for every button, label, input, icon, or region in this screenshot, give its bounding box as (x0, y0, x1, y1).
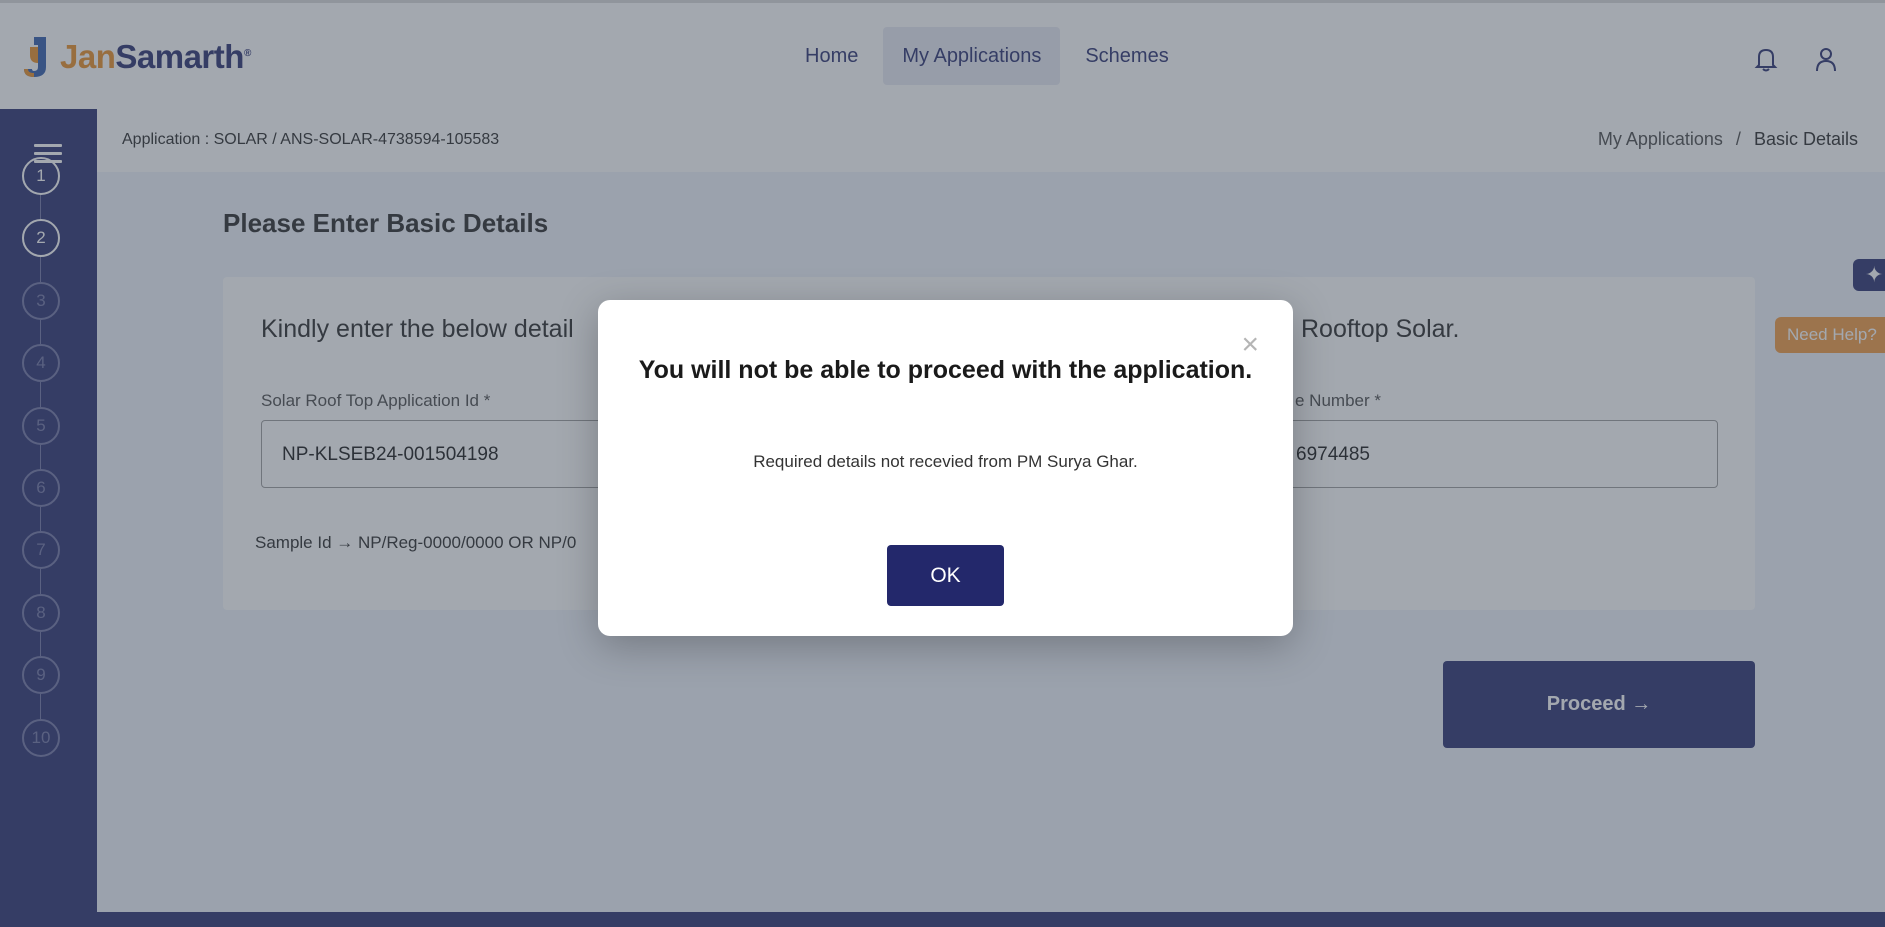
ok-button[interactable]: OK (887, 545, 1004, 606)
alert-modal: × You will not be able to proceed with t… (598, 300, 1293, 636)
modal-title: You will not be able to proceed with the… (638, 356, 1253, 384)
modal-message: Required details not recevied from PM Su… (753, 452, 1138, 471)
